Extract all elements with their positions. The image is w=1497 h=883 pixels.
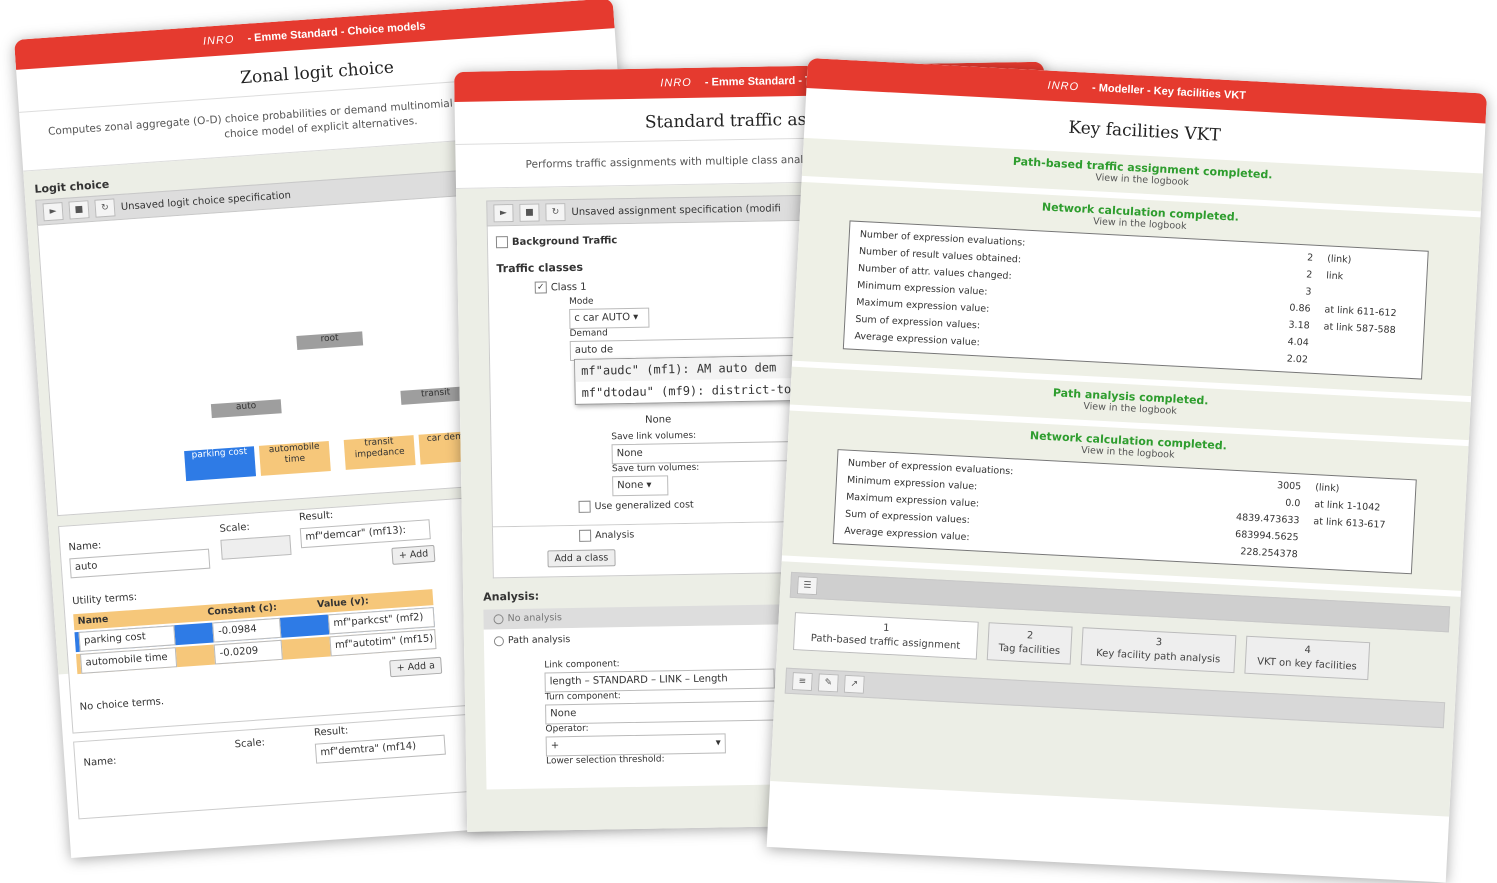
result-value: 2.02 (1286, 353, 1309, 366)
inro-logo: INRO (202, 33, 235, 48)
utility-terms-label: Utility terms: (71, 591, 138, 608)
key-facilities-window: INRO - Modeller - Key facilities VKT Key… (766, 58, 1488, 883)
result-label: Result: (298, 509, 334, 524)
step-2[interactable]: 2 Tag facilities (986, 622, 1073, 665)
mode-value: c car AUTO (574, 311, 631, 324)
link-component-label: Link component: (544, 659, 620, 671)
mode-label: Mode (568, 296, 594, 308)
scale-label: Scale: (234, 737, 266, 751)
demand-suggestions: mf"audc" (mf1): AM auto dem mf"dtodau" (… (574, 354, 817, 405)
class-1-checkbox[interactable]: ✓ Class 1 (534, 281, 587, 294)
link-icon[interactable]: ↗ (843, 674, 865, 694)
class-1-label: Class 1 (550, 281, 587, 294)
no-choice-terms: No choice terms. (79, 696, 165, 714)
tree-node-auto[interactable]: auto (210, 399, 282, 419)
results-table: Number of expression evaluations: 3005 (li… (842, 455, 1408, 569)
save-turn-label: Save turn volumes: (611, 462, 700, 475)
status-box: Network calculation completed. View in t… (781, 410, 1469, 591)
inro-logo: INRO (660, 76, 692, 90)
checkbox-icon[interactable] (579, 529, 592, 542)
background-label: Background Traffic (511, 235, 618, 249)
name-field[interactable]: auto (69, 548, 211, 579)
result-field[interactable]: mf"demcar" (mf13): (299, 519, 431, 549)
menu-icon[interactable]: ☰ (796, 576, 818, 596)
open-icon[interactable]: ► (493, 203, 514, 223)
reset-icon[interactable]: ↻ (545, 203, 566, 222)
edit-icon[interactable]: ✎ (817, 673, 839, 693)
operator-value: + (550, 740, 560, 752)
result-label: Result: (313, 725, 349, 739)
operator-select[interactable]: + ▾ (545, 733, 726, 757)
add-button[interactable]: + Add (391, 544, 436, 565)
path-analysis-label: Path analysis (507, 634, 571, 647)
result-value: 228.254378 (1240, 546, 1298, 561)
add-class-button[interactable]: Add a class (547, 549, 616, 568)
scale-label: Scale: (219, 521, 251, 535)
window-title: - Emme Standard - Choice models (247, 20, 426, 45)
traffic-classes-title: Traffic classes (496, 260, 584, 276)
generalized-cost-checkbox[interactable]: Use generalized cost (578, 499, 694, 513)
save-link-select[interactable]: None (611, 440, 802, 465)
workflow-panel: ☰ 1 Path-based traffic assignment 2 Tag fa… (770, 561, 1461, 817)
turn-component-select[interactable]: None (545, 700, 776, 725)
chevron-down-icon: ▾ (715, 737, 721, 749)
path-analysis-option[interactable]: Path analysis (493, 634, 571, 647)
open-icon[interactable]: ► (42, 202, 64, 222)
save-icon[interactable]: ■ (68, 200, 90, 220)
tree-leaf-automobile-time[interactable]: automobile time (258, 441, 331, 476)
tree-node-root[interactable]: root (296, 331, 364, 350)
term-constant[interactable]: -0.0984 (212, 617, 282, 643)
inro-logo: INRO (1047, 79, 1080, 94)
step-3[interactable]: 3 Key facility path analysis (1080, 627, 1237, 674)
checked-icon[interactable]: ✓ (534, 281, 547, 294)
save-turn-value: None (617, 479, 644, 492)
term-constant[interactable]: -0.0209 (214, 639, 283, 665)
result-field[interactable]: mf"demtra" (mf14) (314, 734, 446, 764)
window-title: - Modeller - Key facilities VKT (1091, 81, 1247, 102)
add-utility-button[interactable]: + Add a (389, 656, 443, 678)
background-traffic[interactable]: Background Traffic (495, 234, 618, 249)
term-name[interactable]: automobile time (79, 647, 178, 674)
save-link-label: Save link volumes: (611, 430, 697, 443)
results-table: Number of expression evaluations: 2 (link)… (852, 226, 1419, 374)
name-label: Name: (68, 540, 102, 554)
generalized-cost-label: Use generalized cost (594, 499, 694, 513)
spec-label: Unsaved assignment specification (modifi (571, 202, 781, 218)
status-box: Network calculation completed. View in t… (792, 181, 1481, 397)
demand-label: Demand (569, 328, 608, 340)
analysis-checkbox[interactable]: Analysis (579, 529, 634, 542)
turn-component-label: Turn component: (544, 691, 621, 703)
suggestion-item[interactable]: mf"dtodau" (mf9): district-to-d (575, 378, 815, 404)
reset-icon[interactable]: ↻ (94, 198, 116, 218)
list-icon[interactable]: ≡ (791, 672, 813, 692)
radio-icon[interactable] (493, 635, 505, 646)
link-component-select[interactable]: length – STANDARD – LINK – Length (544, 668, 775, 693)
checkbox-icon[interactable] (578, 500, 591, 513)
threshold-label: Lower selection threshold: (545, 754, 665, 767)
step-1[interactable]: 1 Path-based traffic assignment (792, 612, 979, 660)
mode-select[interactable]: c car AUTO ▾ (569, 307, 650, 330)
operator-label: Operator: (545, 723, 589, 735)
save-icon[interactable]: ■ (519, 203, 540, 222)
analysis-label: Analysis (595, 529, 635, 542)
step-4[interactable]: 4 VKT on key facilities (1244, 635, 1371, 681)
tree-leaf-parking-cost[interactable]: parking cost (184, 446, 257, 482)
no-analysis-label: No analysis (507, 612, 563, 625)
calculation-results: Number of expression evaluations: 2 (link)… (842, 220, 1429, 380)
radio-icon[interactable] (493, 613, 504, 624)
none-value: None (640, 409, 800, 430)
step-label: Tag facilities (998, 642, 1061, 658)
scale-field[interactable] (220, 534, 292, 560)
tree-leaf-transit-impedance[interactable]: transit impedance (343, 435, 416, 470)
name-label: Name: (83, 755, 117, 769)
checkbox-icon[interactable] (495, 236, 509, 249)
save-turn-select[interactable]: None ▾ (612, 475, 669, 497)
